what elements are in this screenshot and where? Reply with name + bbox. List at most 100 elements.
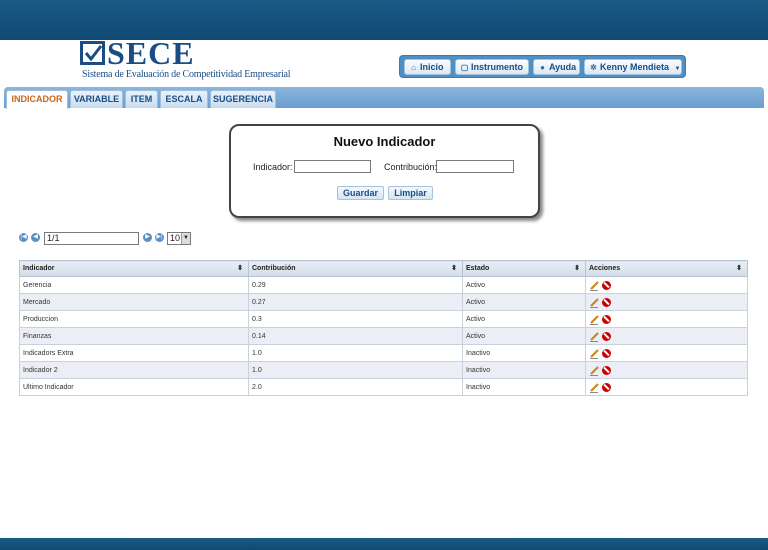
cell-indicador: Gerencia (19, 276, 249, 294)
cell-estado: Inactivo (462, 344, 586, 362)
cell-indicador: Indicadors Extra (19, 344, 249, 362)
col-header-estado-label: Estado (466, 265, 490, 272)
nav-ayuda-label: Ayuda (549, 62, 577, 72)
user-name-label: Kenny Mendieta (600, 62, 670, 72)
rows-per-page-select[interactable]: 10 ▼ (167, 232, 191, 245)
cell-acciones (585, 310, 748, 328)
contribucion-label: Contribución: (384, 162, 438, 172)
indicator-table: Indicador ⬍ Contribución ⬍ Estado ⬍ Accione… (19, 260, 748, 396)
indicador-input[interactable] (294, 160, 371, 173)
tab-indicador[interactable]: INDICADOR (6, 90, 68, 109)
col-header-acciones-label: Acciones (589, 265, 621, 272)
top-navigation: ⌂ Inicio ▢ Instrumento ● Ayuda ✲ Kenny Mendi… (399, 55, 686, 78)
contribucion-input[interactable] (436, 160, 514, 173)
delete-icon[interactable] (602, 382, 611, 392)
cell-indicador: Mercado (19, 293, 249, 311)
sort-icon: ⬍ (736, 265, 742, 272)
delete-icon[interactable] (602, 280, 611, 290)
first-page-icon[interactable]: |◀ (19, 233, 28, 242)
paginator: |◀ ◀ 1/1 ▶ ▶| 10 ▼ (19, 232, 199, 246)
last-page-icon[interactable]: ▶| (155, 233, 164, 242)
nav-instrumento-button[interactable]: ▢ Instrumento (455, 59, 529, 75)
edit-icon[interactable] (589, 365, 600, 376)
chevron-down-icon: ▼ (674, 66, 681, 72)
limpiar-button[interactable]: Limpiar (388, 186, 433, 200)
cell-contribucion: 0.3 (248, 310, 463, 328)
nav-ayuda-button[interactable]: ● Ayuda (533, 59, 580, 75)
cell-indicador: Finanzas (19, 327, 249, 345)
tab-sugerencia[interactable]: SUGERENCIA (210, 90, 276, 108)
form-title: Nuevo Indicador (333, 134, 436, 149)
edit-icon[interactable] (589, 382, 600, 393)
sort-icon: ⬍ (237, 265, 243, 272)
cell-acciones (585, 276, 748, 294)
delete-icon[interactable] (602, 314, 611, 324)
tab-bar: INDICADOR VARIABLE ITEM ESCALA SUGERENCI… (4, 87, 764, 109)
info-icon: ● (540, 63, 545, 72)
table-row[interactable]: Gerencia 0.29 Activo (19, 276, 748, 294)
col-header-contribucion[interactable]: Contribución ⬍ (248, 260, 463, 277)
cell-acciones (585, 361, 748, 379)
indicador-label: Indicador: (253, 162, 293, 172)
cell-estado: Inactivo (462, 378, 586, 396)
cell-contribucion: 0.27 (248, 293, 463, 311)
sort-icon: ⬍ (574, 265, 580, 272)
table-row[interactable]: Ultimo Indicador 2.0 Inactivo (19, 378, 748, 396)
edit-icon[interactable] (589, 280, 600, 291)
rows-per-page-value: 10 (170, 233, 181, 243)
prev-page-icon[interactable]: ◀ (31, 233, 40, 242)
table-row[interactable]: Finanzas 0.14 Activo (19, 327, 748, 345)
tab-escala[interactable]: ESCALA (160, 90, 208, 108)
guardar-button[interactable]: Guardar (337, 186, 384, 200)
tab-variable[interactable]: VARIABLE (70, 90, 123, 108)
cell-estado: Activo (462, 327, 586, 345)
page-indicator[interactable]: 1/1 (44, 232, 139, 245)
sort-icon: ⬍ (451, 265, 457, 272)
bottom-banner (0, 538, 768, 550)
cell-acciones (585, 293, 748, 311)
next-page-icon[interactable]: ▶ (143, 233, 152, 242)
cell-contribucion: 1.0 (248, 361, 463, 379)
clipboard-icon: ▢ (460, 63, 469, 72)
col-header-indicador[interactable]: Indicador ⬍ (19, 260, 249, 277)
cell-contribucion: 2.0 (248, 378, 463, 396)
delete-icon[interactable] (602, 348, 611, 358)
home-icon: ⌂ (411, 63, 416, 72)
cell-contribucion: 0.29 (248, 276, 463, 294)
new-indicator-form: Nuevo Indicador Indicador: Contribución:… (229, 124, 540, 218)
user-menu-button[interactable]: ✲ Kenny Mendieta ▼ (584, 59, 682, 75)
cell-estado: Activo (462, 276, 586, 294)
col-header-acciones[interactable]: Acciones ⬍ (585, 260, 748, 277)
cell-indicador: Ultimo Indicador (19, 378, 249, 396)
table-row[interactable]: Indicador 2 1.0 Inactivo (19, 361, 748, 379)
edit-icon[interactable] (589, 314, 600, 325)
table-row[interactable]: Produccion 0.3 Activo (19, 310, 748, 328)
table-header-row: Indicador ⬍ Contribución ⬍ Estado ⬍ Accione… (19, 260, 748, 277)
cell-contribucion: 1.0 (248, 344, 463, 362)
nav-inicio-label: Inicio (420, 62, 444, 72)
cell-indicador: Indicador 2 (19, 361, 249, 379)
logo-title: SECE (107, 35, 195, 71)
edit-icon[interactable] (589, 348, 600, 359)
table-row[interactable]: Indicadors Extra 1.0 Inactivo (19, 344, 748, 362)
nav-instrumento-label: Instrumento (471, 62, 524, 72)
delete-icon[interactable] (602, 365, 611, 375)
cell-acciones (585, 344, 748, 362)
cell-indicador: Produccion (19, 310, 249, 328)
col-header-indicador-label: Indicador (23, 265, 55, 272)
edit-icon[interactable] (589, 297, 600, 308)
cell-estado: Activo (462, 293, 586, 311)
cell-estado: Inactivo (462, 361, 586, 379)
select-arrow-icon: ▼ (181, 233, 190, 244)
table-row[interactable]: Mercado 0.27 Activo (19, 293, 748, 311)
app-logo[interactable]: SECE Sistema de Evaluación de Competitiv… (80, 35, 291, 84)
checkbox-logo-icon (80, 41, 105, 65)
tab-item[interactable]: ITEM (125, 90, 158, 108)
nav-inicio-button[interactable]: ⌂ Inicio (404, 59, 451, 75)
delete-icon[interactable] (602, 331, 611, 341)
col-header-estado[interactable]: Estado ⬍ (462, 260, 586, 277)
delete-icon[interactable] (602, 297, 611, 307)
edit-icon[interactable] (589, 331, 600, 342)
cell-acciones (585, 327, 748, 345)
top-banner (0, 0, 768, 40)
